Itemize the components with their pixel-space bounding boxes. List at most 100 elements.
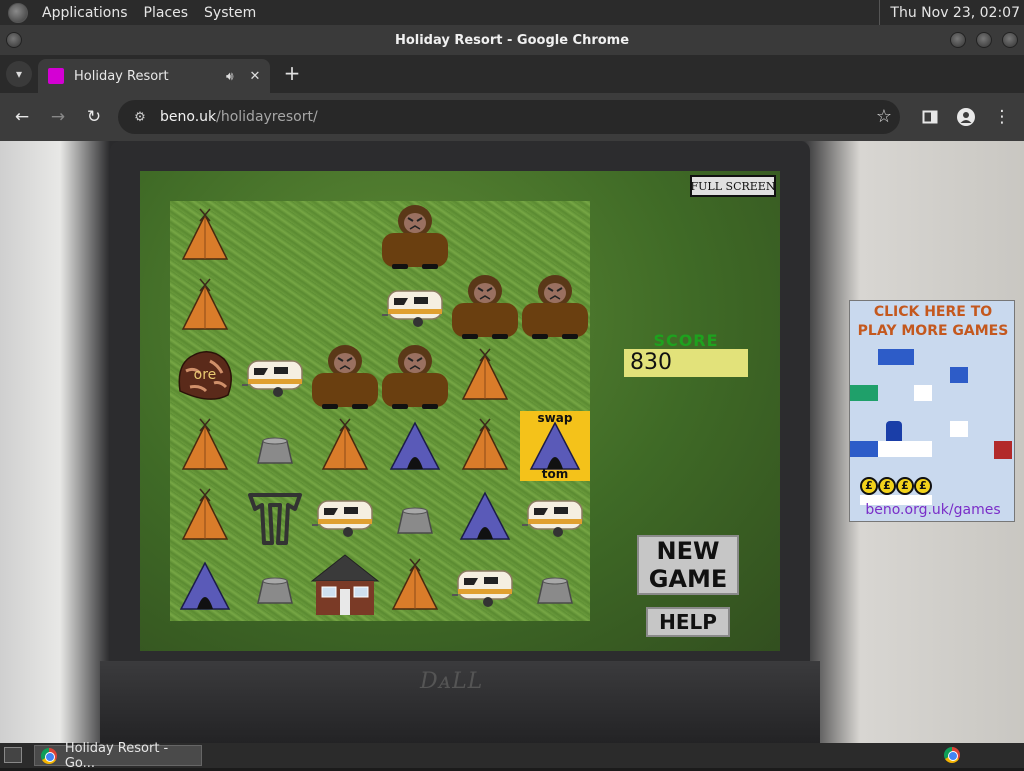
ad-enemy-icon [994, 441, 1012, 459]
ad-block-icon [950, 367, 968, 383]
board-tile-stump[interactable] [240, 411, 310, 481]
ad-block-icon [850, 441, 878, 457]
board-tile-tent-orange[interactable] [450, 341, 520, 411]
url-domain: beno.uk [160, 109, 217, 125]
board-tile-tent-blue[interactable] [380, 411, 450, 481]
taskbar-chrome-window[interactable]: Holiday Resort - Go... [34, 741, 202, 771]
swap-label: swap [537, 411, 573, 425]
menu-places[interactable]: Places [136, 5, 197, 21]
show-desktop-icon[interactable] [4, 747, 22, 763]
address-bar[interactable]: ⚙︎ beno.uk/holidayresort/ ☆ [118, 100, 900, 134]
speaker-icon[interactable]: 🔊︎ [226, 69, 244, 84]
board-tile-tent-blue[interactable] [450, 481, 520, 551]
board-tile-empty[interactable] [520, 341, 590, 411]
os-top-panel: Applications Places System Thu Nov 23, 0… [0, 0, 1024, 25]
laptop-brand-logo: DᴀLL [420, 669, 484, 694]
game-canvas[interactable]: ore swap tom FULL SCREEN SCORE 830 NEW GAM… [140, 171, 780, 651]
os-clock[interactable]: Thu Nov 23, 02:07 [879, 0, 1024, 25]
ad-block-icon [914, 385, 932, 401]
board-tile-tent-blue[interactable] [170, 551, 240, 621]
ad-title-line1: CLICK HERE TO [873, 304, 993, 320]
board-tile-house[interactable] [310, 551, 380, 621]
board-tile-tent-orange[interactable] [310, 411, 380, 481]
ad-block-icon [850, 385, 878, 401]
board-tile-caravan[interactable] [310, 481, 380, 551]
ad-title: CLICK HERE TO PLAY MORE GAMES [850, 303, 1014, 341]
taskbar-task-label: Holiday Resort - Go... [64, 740, 169, 771]
board-tile-frame[interactable] [240, 481, 310, 551]
board-tile-empty[interactable] [450, 201, 520, 271]
fullscreen-button[interactable]: FULL SCREEN [690, 175, 776, 197]
tab-search-chevron-down-icon[interactable]: ▾ [6, 61, 32, 87]
board-tile-stump[interactable] [240, 551, 310, 621]
ad-title-line2: PLAY MORE GAMES [857, 323, 1009, 339]
board-tile-empty[interactable] [520, 201, 590, 271]
close-window-icon[interactable] [1002, 32, 1018, 48]
board-tile-tent-orange[interactable] [170, 411, 240, 481]
board-tile-bigfoot[interactable] [450, 271, 520, 341]
kebab-menu-icon[interactable]: ⋮ [990, 105, 1014, 129]
board-tile-bigfoot[interactable] [380, 201, 450, 271]
bookmark-star-icon[interactable]: ☆ [876, 106, 892, 127]
page-content: DᴀLL ore swap tom FULL SCREEN SCORE 830 NE… [0, 141, 1024, 743]
tab-holiday-resort[interactable]: Holiday Resort 🔊︎ ✕ [38, 59, 270, 93]
board-tile-bigfoot[interactable] [520, 271, 590, 341]
window-titlebar: Holiday Resort - Google Chrome [0, 25, 1024, 55]
board-tile-caravan[interactable] [380, 271, 450, 341]
board-tile-empty[interactable] [240, 271, 310, 341]
score-label: SCORE [653, 331, 719, 350]
board-tile-tent-orange[interactable] [170, 201, 240, 271]
board-tile-tent-orange[interactable] [450, 411, 520, 481]
new-game-button[interactable]: NEW GAME [637, 535, 739, 595]
profile-avatar-icon[interactable] [954, 105, 978, 129]
board-tile-caravan[interactable] [240, 341, 310, 411]
window-title: Holiday Resort - Google Chrome [394, 32, 630, 48]
new-tab-plus-icon[interactable]: + [280, 61, 304, 85]
ad-link[interactable]: beno.org.uk/games [850, 502, 1014, 518]
ad-block-icon [950, 421, 968, 437]
board-tile-caravan[interactable] [450, 551, 520, 621]
ad-block-icon [878, 349, 914, 365]
more-games-ad[interactable]: CLICK HERE TO PLAY MORE GAMES £ £ £ £ be… [849, 300, 1015, 522]
ad-coin-icon: £ [878, 477, 896, 495]
tab-strip: ▾ Holiday Resort 🔊︎ ✕ + [0, 55, 1024, 93]
board-tile-stump[interactable] [520, 551, 590, 621]
ad-coin-icon: £ [896, 477, 914, 495]
svg-text:ore: ore [194, 367, 217, 383]
menu-system[interactable]: System [196, 5, 264, 21]
board-tile-tent-orange[interactable] [170, 481, 240, 551]
ad-block-icon [878, 441, 932, 457]
board-tile-empty[interactable] [310, 271, 380, 341]
board-tile-tent-orange[interactable] [170, 271, 240, 341]
back-arrow-icon[interactable]: ← [10, 105, 34, 129]
board-tile-tent-blue[interactable]: swap tom [520, 411, 590, 481]
os-taskbar: Holiday Resort - Go... [0, 741, 1024, 771]
ad-coin-icon: £ [914, 477, 932, 495]
os-logo-icon[interactable] [8, 2, 28, 23]
site-info-tune-icon[interactable]: ⚙︎ [128, 110, 152, 125]
game-board[interactable]: ore swap tom [170, 201, 590, 621]
ad-player-icon [886, 421, 902, 441]
minimize-icon[interactable] [950, 32, 966, 48]
score-value: 830 [624, 349, 748, 377]
board-tile-empty[interactable] [240, 201, 310, 271]
help-button[interactable]: HELP [646, 607, 730, 637]
url-path: /holidayresort/ [216, 109, 318, 125]
reload-icon[interactable]: ↻ [82, 105, 106, 129]
board-tile-rock-ore[interactable]: ore [170, 341, 240, 411]
board-tile-empty[interactable] [310, 201, 380, 271]
side-panel-icon[interactable] [918, 105, 942, 129]
board-tile-stump[interactable] [380, 481, 450, 551]
swap-label-bottom: tom [541, 467, 569, 481]
forward-arrow-icon[interactable]: → [46, 105, 70, 129]
board-tile-tent-orange[interactable] [380, 551, 450, 621]
maximize-icon[interactable] [976, 32, 992, 48]
tab-close-icon[interactable]: ✕ [244, 69, 266, 84]
menu-applications[interactable]: Applications [34, 5, 136, 21]
board-tile-bigfoot[interactable] [310, 341, 380, 411]
tray-chrome-icon[interactable] [944, 747, 960, 763]
chrome-icon [41, 747, 57, 764]
board-tile-caravan[interactable] [520, 481, 590, 551]
window-menu-icon[interactable] [6, 32, 22, 48]
board-tile-bigfoot[interactable] [380, 341, 450, 411]
